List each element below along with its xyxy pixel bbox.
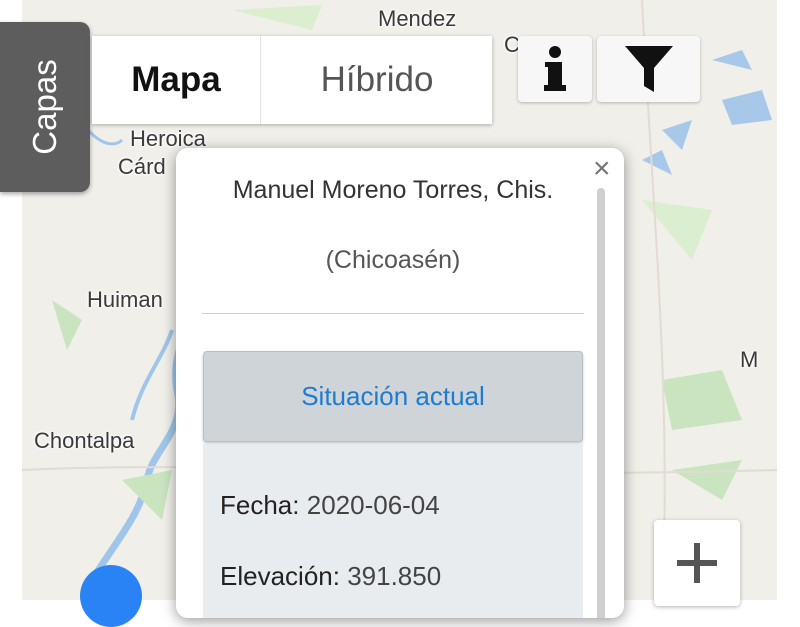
location-popup: × Manuel Moreno Torres, Chis. (Chicoasén…: [176, 148, 624, 618]
divider: [202, 313, 584, 314]
layers-tab[interactable]: Capas: [0, 22, 90, 192]
elevation-value: 391.850: [347, 561, 442, 591]
zoom-in-button[interactable]: [654, 520, 740, 606]
place-label: Huiman: [87, 287, 163, 312]
date-field: Fecha: 2020-06-04: [220, 490, 440, 521]
place-label: Cárd: [118, 154, 166, 179]
date-label: Fecha:: [220, 490, 300, 520]
filter-icon: [624, 46, 673, 92]
place-label: Chontalpa: [34, 428, 135, 453]
layers-tab-label: Capas: [26, 59, 63, 155]
location-marker[interactable]: [80, 565, 142, 627]
place-label: Mendez: [378, 6, 457, 31]
elevation-field: Elevación: 391.850: [220, 561, 441, 592]
info-icon: [544, 46, 566, 91]
map-type-map-button[interactable]: Mapa: [92, 36, 261, 124]
place-label: M: [740, 347, 759, 372]
filter-button[interactable]: [597, 36, 700, 102]
popup-subtitle: (Chicoasén): [325, 246, 461, 274]
map-type-switcher: Mapa Híbrido: [92, 36, 492, 124]
map-type-hybrid-button[interactable]: Híbrido: [261, 36, 493, 124]
info-button[interactable]: [518, 36, 592, 102]
elevation-label: Elevación:: [220, 561, 340, 591]
current-status-accordion[interactable]: Situación actual: [203, 351, 583, 442]
date-value: 2020-06-04: [306, 490, 440, 520]
popup-title: Manuel Moreno Torres, Chis.: [232, 176, 554, 204]
